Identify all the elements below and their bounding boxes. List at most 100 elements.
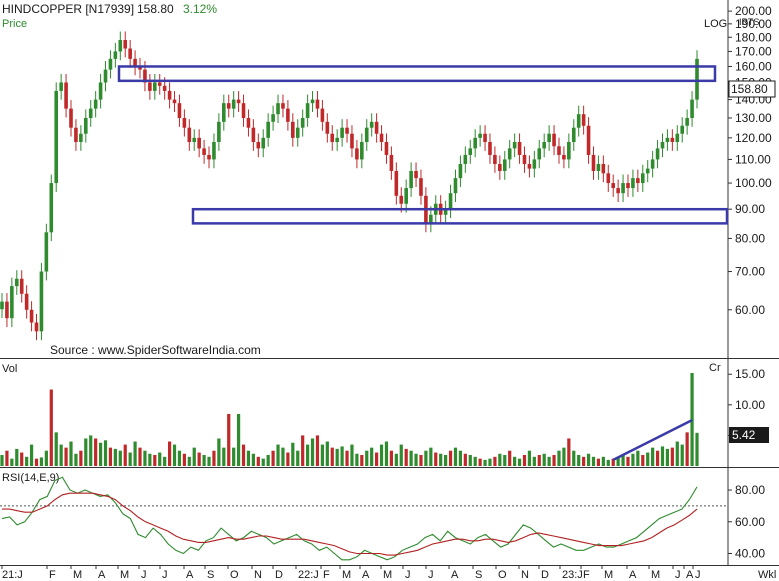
price-tag-value: 158.80 xyxy=(731,82,768,96)
volume-bar xyxy=(567,438,571,466)
volume-bar xyxy=(301,435,305,466)
volume-bar xyxy=(39,457,44,466)
x-tick-label: 22:J xyxy=(298,569,319,581)
x-tick-label: A xyxy=(362,569,370,581)
candle-body xyxy=(650,159,655,169)
x-tick-label: M xyxy=(604,569,613,581)
volume-bar xyxy=(98,442,103,466)
volume-bar xyxy=(25,456,29,466)
candle-body xyxy=(522,154,527,164)
candle-body xyxy=(187,127,192,143)
volume-bar xyxy=(138,447,142,466)
candle-body xyxy=(429,214,433,224)
x-tick-label: F xyxy=(323,569,330,581)
volume-bar xyxy=(306,444,310,466)
volume-bar xyxy=(113,448,117,466)
volume-bar xyxy=(330,447,334,466)
candle-body xyxy=(409,170,413,189)
volume-bar xyxy=(163,456,167,466)
candle-body xyxy=(276,103,280,115)
candle-body xyxy=(571,127,576,143)
candle-body xyxy=(552,133,556,147)
candle-body xyxy=(19,278,24,294)
candle-body xyxy=(325,121,330,134)
volume-bar xyxy=(246,450,251,466)
volume-bar xyxy=(153,454,157,466)
volume-bar xyxy=(345,450,349,466)
volume-bar xyxy=(177,450,182,466)
volume-bar xyxy=(453,447,458,466)
volume-bar xyxy=(212,450,216,466)
candle-body xyxy=(192,137,197,143)
volume-bar xyxy=(172,444,177,466)
candle-body xyxy=(128,48,132,59)
volume-bar xyxy=(370,447,374,466)
volume-bar xyxy=(89,435,93,466)
volume-bar xyxy=(384,441,389,466)
x-tick-label: S xyxy=(207,569,214,581)
candle-body xyxy=(177,103,182,118)
candle-body xyxy=(596,163,601,171)
candle-body xyxy=(404,188,408,204)
volume-bar xyxy=(350,444,354,466)
volume-bar xyxy=(222,447,226,466)
volume-bar xyxy=(360,454,364,466)
symbol-title: HINDCOPPER [N17939] xyxy=(2,2,134,16)
volume-bar xyxy=(0,454,4,466)
volume-bar xyxy=(503,454,507,466)
volume-bar xyxy=(54,432,58,466)
volume-bar xyxy=(291,442,295,466)
candle-body xyxy=(14,278,19,287)
volume-bar xyxy=(320,444,324,466)
rsi-label: RSI(14,E,9) xyxy=(2,472,59,484)
volume-tick-label: 10.00 xyxy=(735,398,765,412)
candle-body xyxy=(153,82,157,91)
volume-bar xyxy=(375,452,379,466)
candle-body xyxy=(527,163,532,169)
volume-bar xyxy=(468,454,472,466)
candle-body xyxy=(665,137,670,143)
x-tick-label: 21:J xyxy=(2,569,23,581)
candle-body xyxy=(394,170,399,196)
candle-body xyxy=(281,103,285,109)
candle-body xyxy=(108,58,113,70)
rsi-axis: 80.00 60.00 40.00 xyxy=(0,483,765,560)
volume-tick-label: 15.00 xyxy=(735,367,765,381)
x-tick-label: O xyxy=(498,569,507,581)
candle-body xyxy=(360,142,364,160)
volume-bar xyxy=(84,438,88,466)
volume-bar xyxy=(44,450,48,466)
volume-bar xyxy=(182,453,186,466)
price-tick-label: 170.00 xyxy=(735,44,772,58)
volume-bar xyxy=(5,450,9,466)
x-tick-label: O xyxy=(230,569,239,581)
x-tick-label: J xyxy=(695,569,701,581)
volume-bar xyxy=(680,444,684,466)
candle-body xyxy=(305,103,310,118)
resistance-box xyxy=(117,65,717,83)
candle-body xyxy=(448,193,453,210)
candle-body xyxy=(355,148,359,160)
candle-body xyxy=(330,133,335,143)
volume-bar xyxy=(29,444,34,466)
volume-bar xyxy=(448,450,453,466)
candle-body xyxy=(379,133,384,143)
candle-body xyxy=(606,173,611,184)
candle-body xyxy=(374,121,379,134)
candle-body xyxy=(562,154,566,160)
volume-bar xyxy=(409,450,413,466)
candle-body xyxy=(350,133,354,149)
x-tick-label: M xyxy=(120,569,129,581)
price-tick-label: 160.00 xyxy=(735,59,772,73)
rsi-tick-label: 40.00 xyxy=(735,546,765,560)
candle-body xyxy=(291,121,295,138)
volume-bar xyxy=(424,450,428,466)
candle-body xyxy=(537,148,542,160)
volume-bar xyxy=(562,447,566,466)
candle-body xyxy=(271,114,275,122)
x-tick-label: M xyxy=(383,569,392,581)
candle-body xyxy=(172,99,177,104)
candle-body xyxy=(517,142,522,155)
candle-body xyxy=(463,154,468,164)
candle-body xyxy=(98,82,103,100)
